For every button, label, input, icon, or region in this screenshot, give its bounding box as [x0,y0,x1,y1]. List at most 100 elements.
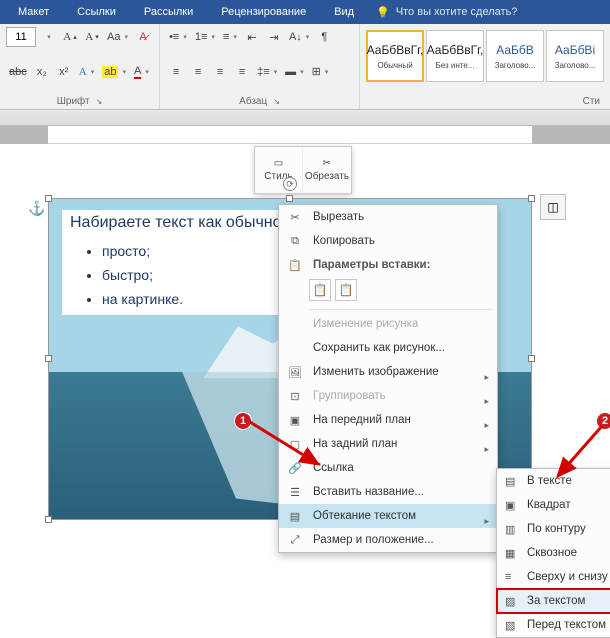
menu-edit-picture: Изменение рисунка [279,312,497,336]
rotate-handle[interactable]: ⟳ [283,177,297,191]
back-icon: ▢ [287,438,303,451]
layout-options-button[interactable]: ◫ [540,194,566,220]
resize-handle[interactable] [528,355,535,362]
tell-me-search[interactable]: 💡 Что вы хотите сделать? [376,6,517,19]
crop-button[interactable]: ✂Обрезать [303,147,351,193]
menu-send-back[interactable]: ▢На задний план [279,432,497,456]
align-center-button[interactable]: ≡ [188,61,208,83]
styles-group-label: Сти [583,96,600,107]
ribbon: A▴ A▾ Aa A̷ abc x₂ x² A ab A Шрифт ↘ •≡ 1… [0,24,610,110]
wrap-tight[interactable]: ▥По контуру [497,517,610,541]
resize-handle[interactable] [528,195,535,202]
wrap-in-front[interactable]: ▧Перед текстом [497,613,610,637]
sort-button[interactable]: A↓ [286,26,312,48]
wrap-square[interactable]: ▣Квадрат [497,493,610,517]
ruler[interactable] [0,126,610,144]
style-heading2[interactable]: АаБбВіЗаголово... [546,30,604,82]
font-color-button[interactable]: A [131,61,152,83]
justify-button[interactable]: ≡ [232,61,252,83]
font-launcher[interactable]: ↘ [96,97,103,106]
font-size-input[interactable] [6,27,36,47]
style-normal[interactable]: АаБбВвГг,Обычный [366,30,424,82]
menu-size-position[interactable]: ⤢Размер и положение... [279,528,497,552]
multilevel-button[interactable]: ≡ [220,26,240,48]
group-icon: ⊡ [287,390,303,403]
font-group-label: Шрифт [57,96,90,107]
align-left-button[interactable]: ≡ [166,61,186,83]
menu-link[interactable]: 🔗Ссылка [279,456,497,480]
menu-insert-caption[interactable]: ☰Вставить название... [279,480,497,504]
horizontal-scrollbar[interactable] [0,110,610,126]
wrap-through-icon: ▦ [505,547,519,560]
menu-change-image[interactable]: 🖼Изменить изображение [279,360,497,384]
menu-bring-front[interactable]: ▣На передний план [279,408,497,432]
wrap-inline-icon: ▤ [505,475,519,488]
change-case-button[interactable]: Aa [104,26,131,48]
increase-indent-button[interactable]: ⇥ [264,26,284,48]
line-spacing-button[interactable]: ‡≡ [254,61,280,83]
wrap-tb-icon: ≡ [505,571,519,583]
tab-references[interactable]: Ссылки [63,0,130,24]
style-heading1[interactable]: АаБбВЗаголово... [486,30,544,82]
highlight-button[interactable]: ab [99,61,129,83]
doc-heading: Набираете текст как обычно. [70,214,286,232]
paste-option-1[interactable]: 📋 [309,279,331,301]
wrap-icon: ▤ [287,510,303,523]
borders-button[interactable]: ⊞ [309,61,332,83]
size-icon: ⤢ [287,534,303,547]
text-effects-button[interactable]: A [76,61,97,83]
strikethrough-button[interactable]: abc [6,61,30,83]
copy-icon: ⧉ [287,235,303,248]
font-group: A▴ A▾ Aa A̷ abc x₂ x² A ab A Шрифт ↘ [0,24,160,109]
align-right-button[interactable]: ≡ [210,61,230,83]
paste-option-2[interactable]: 📋 [335,279,357,301]
menu-wrap-text[interactable]: ▤Обтекание текстом [279,504,497,528]
tab-view[interactable]: Вид [320,0,368,24]
bullet-item: просто; [102,240,286,264]
menu-group: ⊡Группировать [279,384,497,408]
paragraph-group: •≡ 1≡ ≡ ⇤ ⇥ A↓ ¶ ≡ ≡ ≡ ≡ ‡≡ ▬ ⊞ Абзац ↘ [160,24,360,109]
clear-formatting-button[interactable]: A̷ [133,26,153,48]
numbering-button[interactable]: 1≡ [192,26,218,48]
callout-badge-2: 2 [596,412,610,430]
tab-review[interactable]: Рецензирование [207,0,320,24]
anchor-icon: ⚓ [28,200,45,217]
show-marks-button[interactable]: ¶ [314,26,334,48]
style-no-spacing[interactable]: АаБбВвГг,Без инте... [426,30,484,82]
superscript-button[interactable]: x² [54,61,74,83]
menu-copy[interactable]: ⧉Копировать [279,229,497,253]
styles-group: АаБбВвГг,Обычный АаБбВвГг,Без инте... Аа… [360,24,610,109]
wrap-text-submenu: ▤В тексте ▣Квадрат ▥По контуру ▦Сквозное… [496,468,610,638]
link-icon: 🔗 [287,462,303,475]
cut-icon: ✂ [287,211,303,224]
decrease-indent-button[interactable]: ⇤ [242,26,262,48]
menu-save-as-picture[interactable]: Сохранить как рисунок... [279,336,497,360]
bullet-item: на картинке. [102,288,286,312]
ribbon-tabs: Макет Ссылки Рассылки Рецензирование Вид… [0,0,610,24]
wrap-top-bottom[interactable]: ≡Сверху и снизу [497,565,610,589]
font-size-drop[interactable] [38,26,58,48]
styles-gallery[interactable]: АаБбВвГг,Обычный АаБбВвГг,Без инте... Аа… [366,26,604,82]
tab-mailings[interactable]: Рассылки [130,0,207,24]
resize-handle[interactable] [45,516,52,523]
document-text: Набираете текст как обычно. просто; быст… [62,210,294,315]
bullets-button[interactable]: •≡ [166,26,190,48]
paste-icon: 📋 [287,259,303,272]
layout-icon: ◫ [547,200,558,214]
paragraph-group-label: Абзац [239,96,267,107]
resize-handle[interactable] [45,195,52,202]
subscript-button[interactable]: x₂ [32,61,52,83]
wrap-behind-text[interactable]: ▨За текстом [497,589,610,613]
menu-cut[interactable]: ✂Вырезать [279,205,497,229]
wrap-through[interactable]: ▦Сквозное [497,541,610,565]
wrap-inline[interactable]: ▤В тексте [497,469,610,493]
shading-button[interactable]: ▬ [282,61,307,83]
tab-layout[interactable]: Макет [4,0,63,24]
grow-font-button[interactable]: A▴ [60,26,80,48]
wrap-front-icon: ▧ [505,619,519,632]
resize-handle[interactable] [45,355,52,362]
resize-handle[interactable] [286,195,293,202]
shrink-font-button[interactable]: A▾ [82,26,102,48]
paragraph-launcher[interactable]: ↘ [273,97,280,106]
document-canvas[interactable]: ▭Стиль ✂Обрезать ⚓ ⟳ ◫ Набираете текст к… [0,144,610,510]
